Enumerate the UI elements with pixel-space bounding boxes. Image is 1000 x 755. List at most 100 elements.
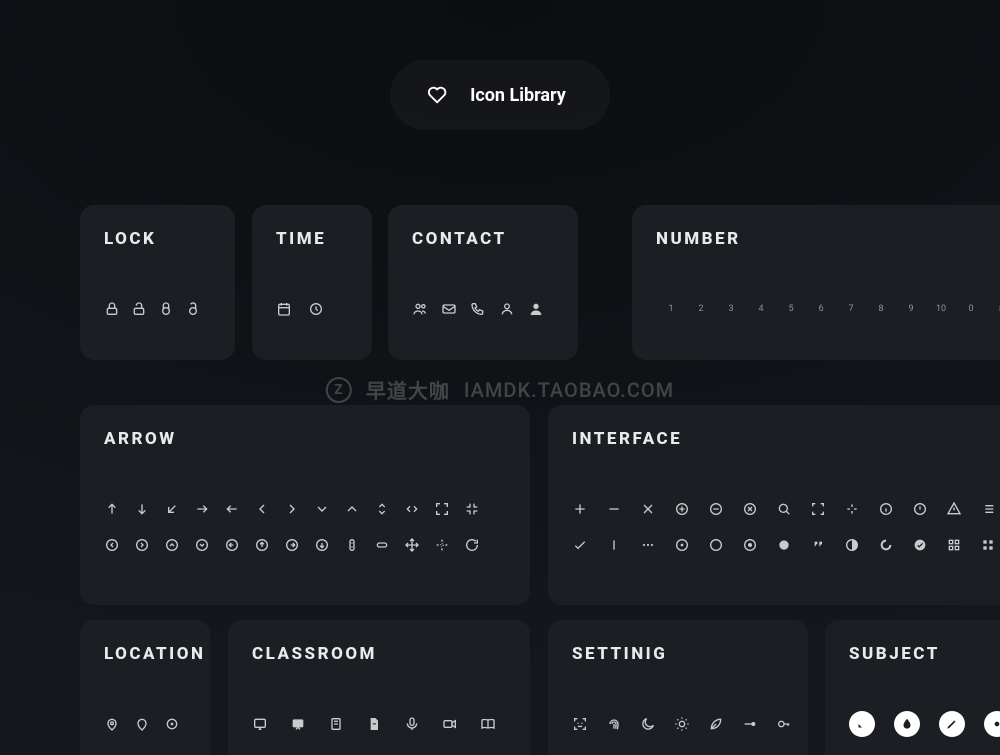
list-icon: [980, 501, 1000, 517]
card-location: LOCATION: [80, 620, 210, 755]
circle-arrow-left-icon: [224, 537, 254, 553]
expand-icon: [434, 501, 464, 517]
page-title: Icon Library: [470, 85, 566, 106]
circle-arrow-up-icon: [254, 537, 284, 553]
num-10: 10: [926, 304, 956, 314]
focus-center-icon: [844, 501, 878, 517]
fingerprint-icon: [606, 716, 640, 732]
crosshair-icon: [434, 537, 464, 553]
circle-plus-icon: [674, 501, 708, 517]
video-icon: [442, 716, 480, 732]
map-pin-outline-icon: [134, 716, 164, 732]
phone-icon: [470, 301, 499, 317]
chevron-down-icon: [314, 501, 344, 517]
chevron-left-icon: [254, 501, 284, 517]
user-filled-icon: [528, 301, 557, 317]
num-3: 3: [716, 304, 746, 314]
card-title-settinig: SETTINIG: [548, 620, 808, 664]
book-icon: [480, 716, 518, 732]
toggle-pill-icon: [374, 537, 404, 553]
quote-icon: [810, 537, 844, 553]
key-icon: [776, 716, 808, 732]
circle-dot-outline-icon: [674, 537, 708, 553]
num-5: 5: [776, 304, 806, 314]
card-title-interface: INTERFACE: [548, 405, 1000, 449]
num-hash: #: [986, 304, 1000, 314]
card-title-subject: SUBJECT: [825, 620, 1000, 664]
watermark: Z 早道大咖 IAMDK.TAOBAO.COM: [326, 375, 674, 404]
card-title-arrow: ARROW: [80, 405, 530, 449]
card-title-contact: CONTACT: [388, 205, 578, 249]
card-time: TIME: [252, 205, 372, 360]
circle-chevron-down-icon: [194, 537, 224, 553]
notebook-icon: [328, 716, 366, 732]
circle-outline-icon: [708, 537, 742, 553]
card-title-time: TIME: [252, 205, 372, 249]
card-arrow: ARROW: [80, 405, 530, 605]
circle-half-fill-icon: [844, 537, 878, 553]
card-title-lock: LOCK: [80, 205, 235, 249]
more-horizontal-icon: [640, 537, 674, 553]
mail-icon: [441, 301, 470, 317]
check-icon: [572, 537, 606, 553]
arrow-down-left-icon: [164, 501, 194, 517]
lock-round-open-icon: [185, 301, 212, 317]
watermark-zh: 早道大咖: [366, 375, 450, 404]
num-4: 4: [746, 304, 776, 314]
scan-icon: [810, 501, 844, 517]
circle-check-fill-icon: [912, 537, 946, 553]
card-title-number: NUMBER: [632, 205, 1000, 249]
arrow-left-icon: [224, 501, 254, 517]
card-settinig: SETTINIG: [548, 620, 808, 755]
record-icon: [742, 537, 776, 553]
file-icon: [366, 716, 404, 732]
plus-icon: [572, 501, 606, 517]
grid-fill-icon: [980, 537, 1000, 553]
arrow-down-icon: [134, 501, 164, 517]
circle-minus-icon: [708, 501, 742, 517]
chevron-up-icon: [344, 501, 374, 517]
header-pill[interactable]: Icon Library: [390, 60, 610, 130]
num-7: 7: [836, 304, 866, 314]
circle-arrow-right-icon: [284, 537, 314, 553]
arrow-right-icon: [194, 501, 224, 517]
heart-icon: [426, 84, 448, 106]
alert-circle-icon: [912, 501, 946, 517]
card-title-location: LOCATION: [80, 620, 210, 664]
chevron-up-down-icon: [374, 501, 404, 517]
grid-small-icon: [946, 537, 980, 553]
watermark-en: IAMDK.TAOBAO.COM: [464, 378, 674, 402]
num-9: 9: [896, 304, 926, 314]
map-pin-icon: [104, 716, 134, 732]
chevron-left-right-icon: [404, 501, 434, 517]
lock-closed-icon: [104, 301, 131, 317]
face-scan-icon: [572, 716, 606, 732]
x-icon: [640, 501, 674, 517]
presentation-icon: [290, 716, 328, 732]
circle-x-icon: [742, 501, 776, 517]
num-6: 6: [806, 304, 836, 314]
sun-icon: [674, 716, 708, 732]
display-icon: [252, 716, 290, 732]
card-number: NUMBER 1 2 3 4 5 6 7 8 9 10 0 #: [632, 205, 1000, 360]
moon-icon: [640, 716, 674, 732]
circle-notch-icon: [878, 537, 912, 553]
chevron-right-icon: [284, 501, 314, 517]
leaf-icon: [708, 716, 742, 732]
num-2: 2: [686, 304, 716, 314]
num-8: 8: [866, 304, 896, 314]
watermark-badge: Z: [326, 377, 352, 403]
card-subject: SUBJECT: [825, 620, 1000, 755]
lock-round-closed-icon: [158, 301, 185, 317]
num-0: 0: [956, 304, 986, 314]
target-icon: [164, 716, 194, 732]
collapse-icon: [464, 501, 494, 517]
card-lock: LOCK: [80, 205, 235, 360]
card-contact: CONTACT: [388, 205, 578, 360]
user-outline-icon: [499, 301, 528, 317]
circle-chevron-up-icon: [164, 537, 194, 553]
subject-more-icon: [984, 711, 1000, 737]
users-icon: [412, 301, 441, 317]
circle-chevron-right-icon: [134, 537, 164, 553]
mic-icon: [404, 716, 442, 732]
